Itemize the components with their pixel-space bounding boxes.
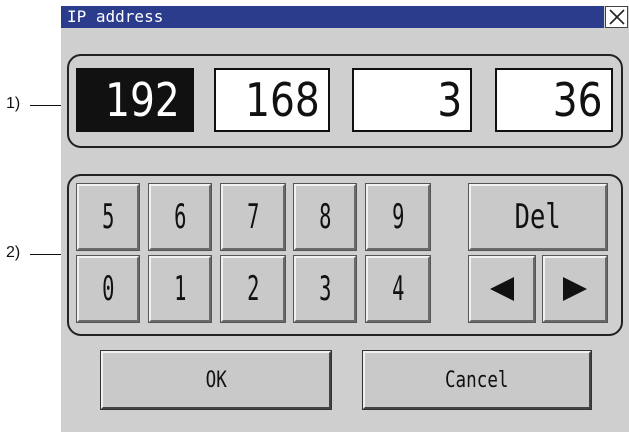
ip-address-dialog: IP address 192 168 3 36 5 6 7 8 9 Del 0 … — [61, 6, 629, 432]
callout-ip-fields: 1) — [6, 95, 21, 112]
title-bar: IP address — [61, 6, 604, 28]
key-2[interactable]: 2 — [220, 255, 286, 323]
callout-keypad: 2) — [6, 244, 21, 261]
key-8[interactable]: 8 — [293, 183, 357, 251]
key-0[interactable]: 0 — [76, 255, 140, 323]
dialog-title: IP address — [67, 7, 164, 26]
key-9[interactable]: 9 — [365, 183, 431, 251]
cancel-button[interactable]: Cancel — [362, 350, 592, 410]
ip-octet-4[interactable]: 36 — [495, 68, 613, 132]
right-arrow-icon — [563, 277, 587, 301]
ip-octet-3[interactable]: 3 — [352, 68, 472, 132]
key-1[interactable]: 1 — [148, 255, 212, 323]
key-7[interactable]: 7 — [220, 183, 286, 251]
close-button[interactable] — [605, 6, 628, 28]
cursor-left-button[interactable] — [468, 255, 536, 323]
ip-octet-2[interactable]: 168 — [214, 68, 330, 132]
key-4[interactable]: 4 — [365, 255, 431, 323]
ip-field-group: 192 168 3 36 — [67, 54, 623, 148]
key-3[interactable]: 3 — [293, 255, 357, 323]
ok-button[interactable]: OK — [100, 350, 332, 410]
key-5[interactable]: 5 — [76, 183, 140, 251]
ip-octet-1[interactable]: 192 — [76, 68, 194, 132]
key-6[interactable]: 6 — [148, 183, 212, 251]
delete-button[interactable]: Del — [468, 183, 608, 251]
left-arrow-icon — [490, 277, 514, 301]
keypad-group: 5 6 7 8 9 Del 0 1 2 3 4 — [67, 174, 623, 336]
close-icon — [609, 9, 625, 25]
cursor-right-button[interactable] — [542, 255, 608, 323]
